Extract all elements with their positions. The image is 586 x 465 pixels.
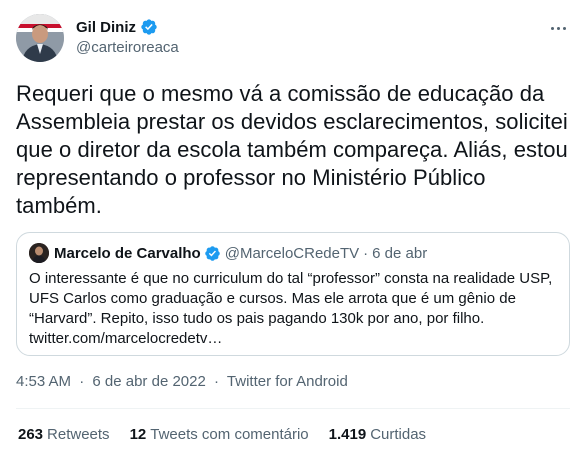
author-info: Gil Diniz @carteiroreaca — [76, 17, 179, 59]
retweets-count: 263 — [18, 426, 44, 443]
likes-count: 1.419 — [328, 426, 367, 443]
tweet-date[interactable]: 6 de abr de 2022 — [92, 373, 205, 390]
avatar-photo-icon — [16, 14, 64, 62]
separator-dot: · — [79, 373, 85, 390]
quote-tweets-label: Tweets com comentário — [150, 426, 309, 443]
quoted-author-avatar — [29, 243, 49, 263]
tweet-metadata: 4:53 AM · 6 de abr de 2022 · Twitter for… — [16, 373, 348, 390]
tweet-card: Gil Diniz @carteiroreaca Requeri que o m… — [0, 0, 586, 465]
more-dot-icon — [556, 26, 560, 30]
more-dot-icon — [550, 26, 554, 30]
author-avatar[interactable] — [16, 14, 64, 62]
verified-badge-icon — [204, 245, 220, 261]
author-handle[interactable]: @carteiroreaca — [76, 39, 179, 59]
quoted-author-name: Marcelo de Carvalho — [54, 244, 201, 262]
separator-dot: · — [214, 373, 219, 390]
author-name-row: Gil Diniz — [76, 17, 179, 37]
likes-label: Curtidas — [370, 426, 427, 443]
quote-tweets-stat[interactable]: 12 Tweets com comentário — [130, 426, 309, 443]
tweet-source[interactable]: Twitter for Android — [227, 373, 348, 390]
quoted-tweet-date: 6 de abr — [372, 244, 428, 262]
retweets-stat[interactable]: 263 Retweets — [18, 426, 110, 443]
quote-tweets-count: 12 — [129, 426, 147, 443]
quoted-tweet[interactable]: Marcelo de Carvalho @MarceloCRedeTV · 6 … — [16, 232, 570, 356]
verified-badge-icon — [141, 19, 157, 35]
more-options-button[interactable] — [546, 18, 570, 38]
quoted-tweet-text: O interessante é que no curriculum do ta… — [29, 270, 553, 347]
tweet-time[interactable]: 4:53 AM — [16, 373, 71, 390]
avatar-photo-icon — [29, 243, 49, 263]
retweets-label: Retweets — [47, 426, 110, 443]
separator-dot: · — [363, 244, 369, 262]
likes-stat[interactable]: 1.419 Curtidas — [329, 426, 426, 443]
quoted-tweet-header: Marcelo de Carvalho @MarceloCRedeTV · 6 … — [29, 243, 427, 263]
more-dot-icon — [562, 26, 566, 30]
divider — [16, 408, 570, 409]
tweet-stats: 263 Retweets 12 Tweets com comentário 1.41… — [18, 426, 426, 443]
tweet-text: Requeri que o mesmo vá a comissão de edu… — [16, 81, 568, 218]
quoted-author-handle: @MarceloCRedeTV — [224, 244, 360, 262]
author-name[interactable]: Gil Diniz — [76, 19, 136, 36]
